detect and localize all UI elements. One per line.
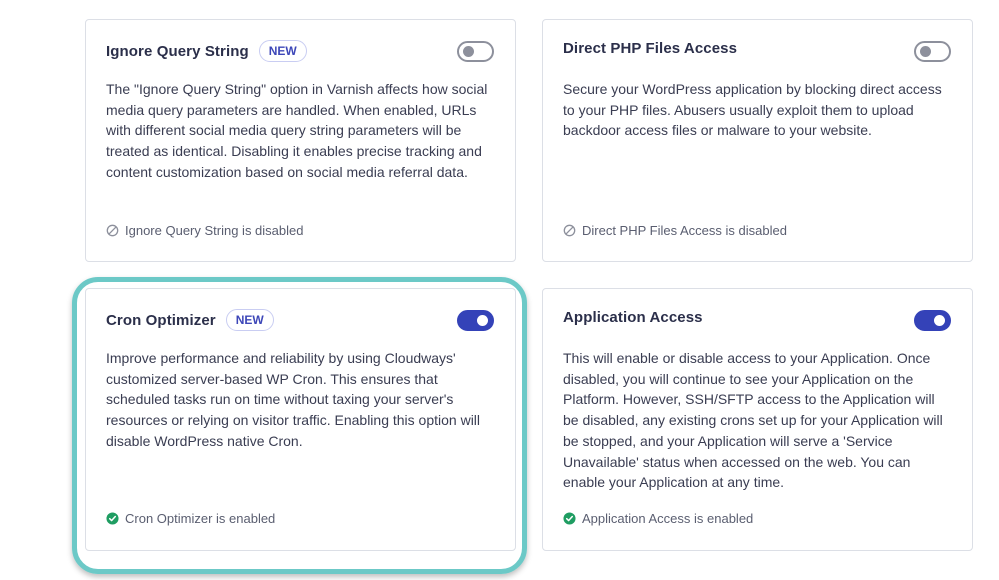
card-title: Application Access [563,309,703,326]
status-line: Direct PHP Files Access is disabled [563,223,787,238]
card-header: Application Access [563,309,703,326]
status-line: Application Access is enabled [563,511,753,526]
new-badge: NEW [258,40,307,62]
cron-optimizer-toggle[interactable] [457,310,494,331]
application-access-card: Application Access This will enable or d… [542,288,973,551]
status-text: Direct PHP Files Access is disabled [582,223,787,238]
card-header: Cron Optimizer NEW [106,309,274,331]
toggle-knob [934,315,945,326]
status-text: Cron Optimizer is enabled [125,511,276,526]
direct-php-files-access-toggle[interactable] [914,41,951,62]
check-circle-icon [563,512,576,525]
toggle-knob [477,315,488,326]
ignore-query-string-toggle[interactable] [457,41,494,62]
status-text: Application Access is enabled [582,511,754,526]
status-line: Ignore Query String is disabled [106,223,303,238]
card-description: Improve performance and reliability by u… [106,350,481,449]
card-header: Direct PHP Files Access [563,40,737,57]
card-description: This will enable or disable access to yo… [563,350,943,491]
toggle-knob [920,46,931,57]
card-title: Ignore Query String [106,42,249,60]
card-title: Cron Optimizer [106,311,216,329]
new-badge: NEW [225,309,274,331]
card-title: Direct PHP Files Access [563,40,738,57]
ignore-query-string-card: Ignore Query String NEW The "Ignore Quer… [85,19,516,262]
check-circle-icon [106,512,119,525]
cron-optimizer-card: Cron Optimizer NEW Improve performance a… [85,288,516,551]
status-text: Ignore Query String is disabled [125,223,304,238]
disabled-icon [563,224,576,237]
application-access-toggle[interactable] [914,310,951,331]
disabled-icon [106,224,119,237]
card-description: Secure your WordPress application by blo… [563,81,942,139]
toggle-knob [463,46,474,57]
card-description: The "Ignore Query String" option in Varn… [106,81,488,180]
direct-php-files-access-card: Direct PHP Files Access Secure your Word… [542,19,973,262]
card-header: Ignore Query String NEW [106,40,307,62]
status-line: Cron Optimizer is enabled [106,511,275,526]
